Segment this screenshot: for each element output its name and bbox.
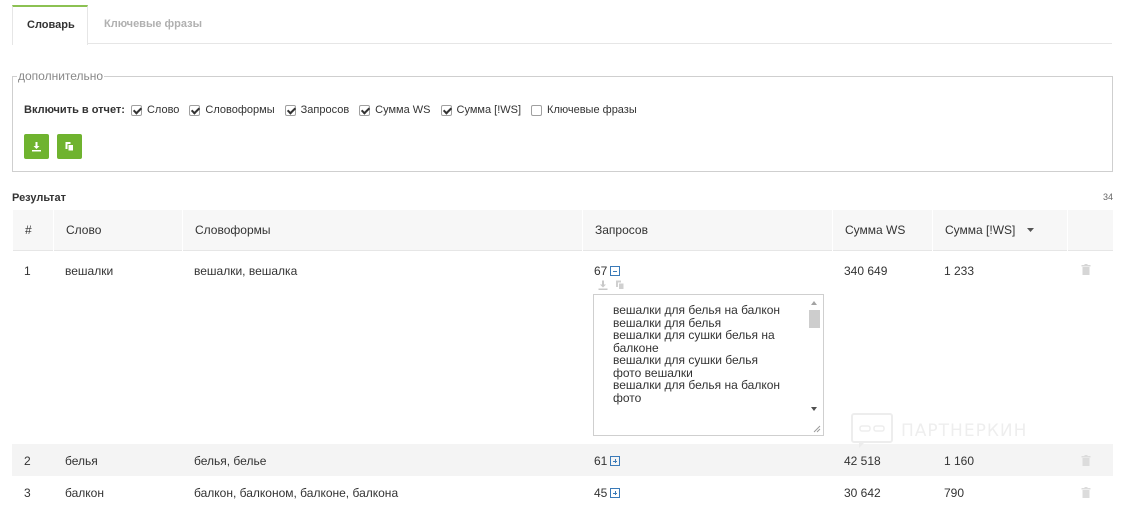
checkbox-label: Ключевые фразы [547,104,637,116]
column-header-word[interactable]: Слово [53,210,182,251]
checkbox-word-forms[interactable]: Словоформы [189,104,275,116]
download-button[interactable] [24,134,49,159]
trash-icon[interactable] [1081,455,1091,466]
table-header-row: # Слово Словоформы Запросов Сумма WS Сум… [12,210,1113,251]
trash-icon[interactable] [1081,264,1091,275]
queries-count: 45 [594,486,608,500]
include-in-report-row: Включить в отчет: Слово Словоформы Запро… [24,103,647,117]
resize-grip-icon[interactable] [813,425,821,433]
checkbox-key-phrases[interactable]: Ключевые фразы [531,104,637,116]
fieldset-legend: дополнительно [17,69,105,83]
watermark: ПАРТНЕРКИН [851,413,1027,449]
row-number: 3 [24,486,31,500]
row-word: балкон [65,486,104,500]
row-word-forms: вешалки, вешалка [194,264,298,278]
checkbox-box[interactable] [189,104,201,116]
options-fieldset: дополнительно Включить в отчет: Слово Сл… [12,69,1113,172]
column-header-label: Сумма [!WS] [945,223,1016,237]
row-sum-ws: 42 518 [844,454,881,468]
key-phrases-textarea[interactable]: вешалки для белья на балкон вешалки для … [593,294,824,436]
row-queries: 67 [582,264,621,278]
checkbox-label: Словоформы [205,104,275,116]
trash-icon[interactable] [1081,487,1091,498]
row-word-forms: белья, белье [194,454,267,468]
checkbox-queries[interactable]: Запросов [284,104,350,116]
tab-bar: Словарь Ключевые фразы [12,5,1112,45]
key-phrases-list: вешалки для белья на балкон вешалки для … [594,304,794,404]
result-title: Результат [12,192,67,204]
row-sum-exact-ws: 1 233 [944,264,975,278]
column-header-queries[interactable]: Запросов [582,210,832,251]
column-header-number: # [12,210,56,251]
column-header-actions [1067,210,1113,251]
checkbox-label: Сумма WS [375,104,431,116]
row-number: 1 [24,264,31,278]
copy-button[interactable] [57,134,82,159]
checkbox-box[interactable] [440,104,452,116]
key-phrase: вешалки для белья на балкон фото [613,378,781,405]
checkbox-label: Запросов [300,104,350,116]
scroll-up-arrow[interactable] [811,301,817,305]
key-phrase: вешалки для сушки белья на балконе [613,328,775,355]
row-number: 2 [24,454,31,468]
key-phrase: вешалки для сушки белья [613,353,759,367]
row-queries: 61 [582,454,621,468]
expand-icon[interactable] [610,456,621,466]
copy-icon [65,142,74,152]
checkbox-word[interactable]: Слово [130,104,180,116]
row-word: белья [65,454,98,468]
checkbox-sum-exact-ws[interactable]: Сумма [!WS] [440,104,522,116]
sort-desc-icon [1026,228,1034,232]
collapse-icon[interactable] [610,266,621,276]
checkbox-sum-ws[interactable]: Сумма WS [359,104,431,116]
textarea-scrollbar[interactable] [806,295,823,435]
column-header-sum-ws[interactable]: Сумма WS [832,210,932,251]
checkbox-label: Слово [146,104,180,116]
key-phrase: вешалки для белья на балкон [613,303,781,317]
queries-count: 67 [594,264,608,278]
row-sum-ws: 340 649 [844,264,888,278]
watermark-text: ПАРТНЕРКИН [901,421,1028,441]
watermark-logo-icon [851,413,893,448]
result-count: 34 [1102,192,1113,202]
download-icon[interactable] [598,280,608,290]
checkbox-box[interactable] [531,104,543,116]
tab-dictionary[interactable]: Словарь [12,5,88,45]
scroll-thumb[interactable] [809,310,820,328]
table-row: 3 балкон балкон, балконом, балконе, балк… [12,476,1113,508]
row-queries: 45 [582,486,621,500]
include-label: Включить в отчет: [24,104,125,116]
row-sum-exact-ws: 1 160 [944,454,975,468]
column-header-word-forms[interactable]: Словоформы [182,210,582,251]
checkbox-box[interactable] [359,104,371,116]
checkbox-box[interactable] [284,104,296,116]
scroll-down-arrow[interactable] [811,407,817,411]
checkbox-label: Сумма [!WS] [456,104,522,116]
checkbox-box[interactable] [130,104,142,116]
download-icon [32,142,41,152]
row-word-forms: балкон, балконом, балконе, балкона [194,486,399,500]
column-header-sum-exact-ws[interactable]: Сумма [!WS] [932,210,1057,251]
row-sum-exact-ws: 790 [944,486,965,500]
queries-count: 61 [594,454,608,468]
tab-key-phrases[interactable]: Ключевые фразы [90,5,216,44]
row-sum-ws: 30 642 [844,486,881,500]
expand-icon[interactable] [610,488,621,498]
copy-icon[interactable] [615,280,625,290]
row-word: вешалки [65,264,114,278]
